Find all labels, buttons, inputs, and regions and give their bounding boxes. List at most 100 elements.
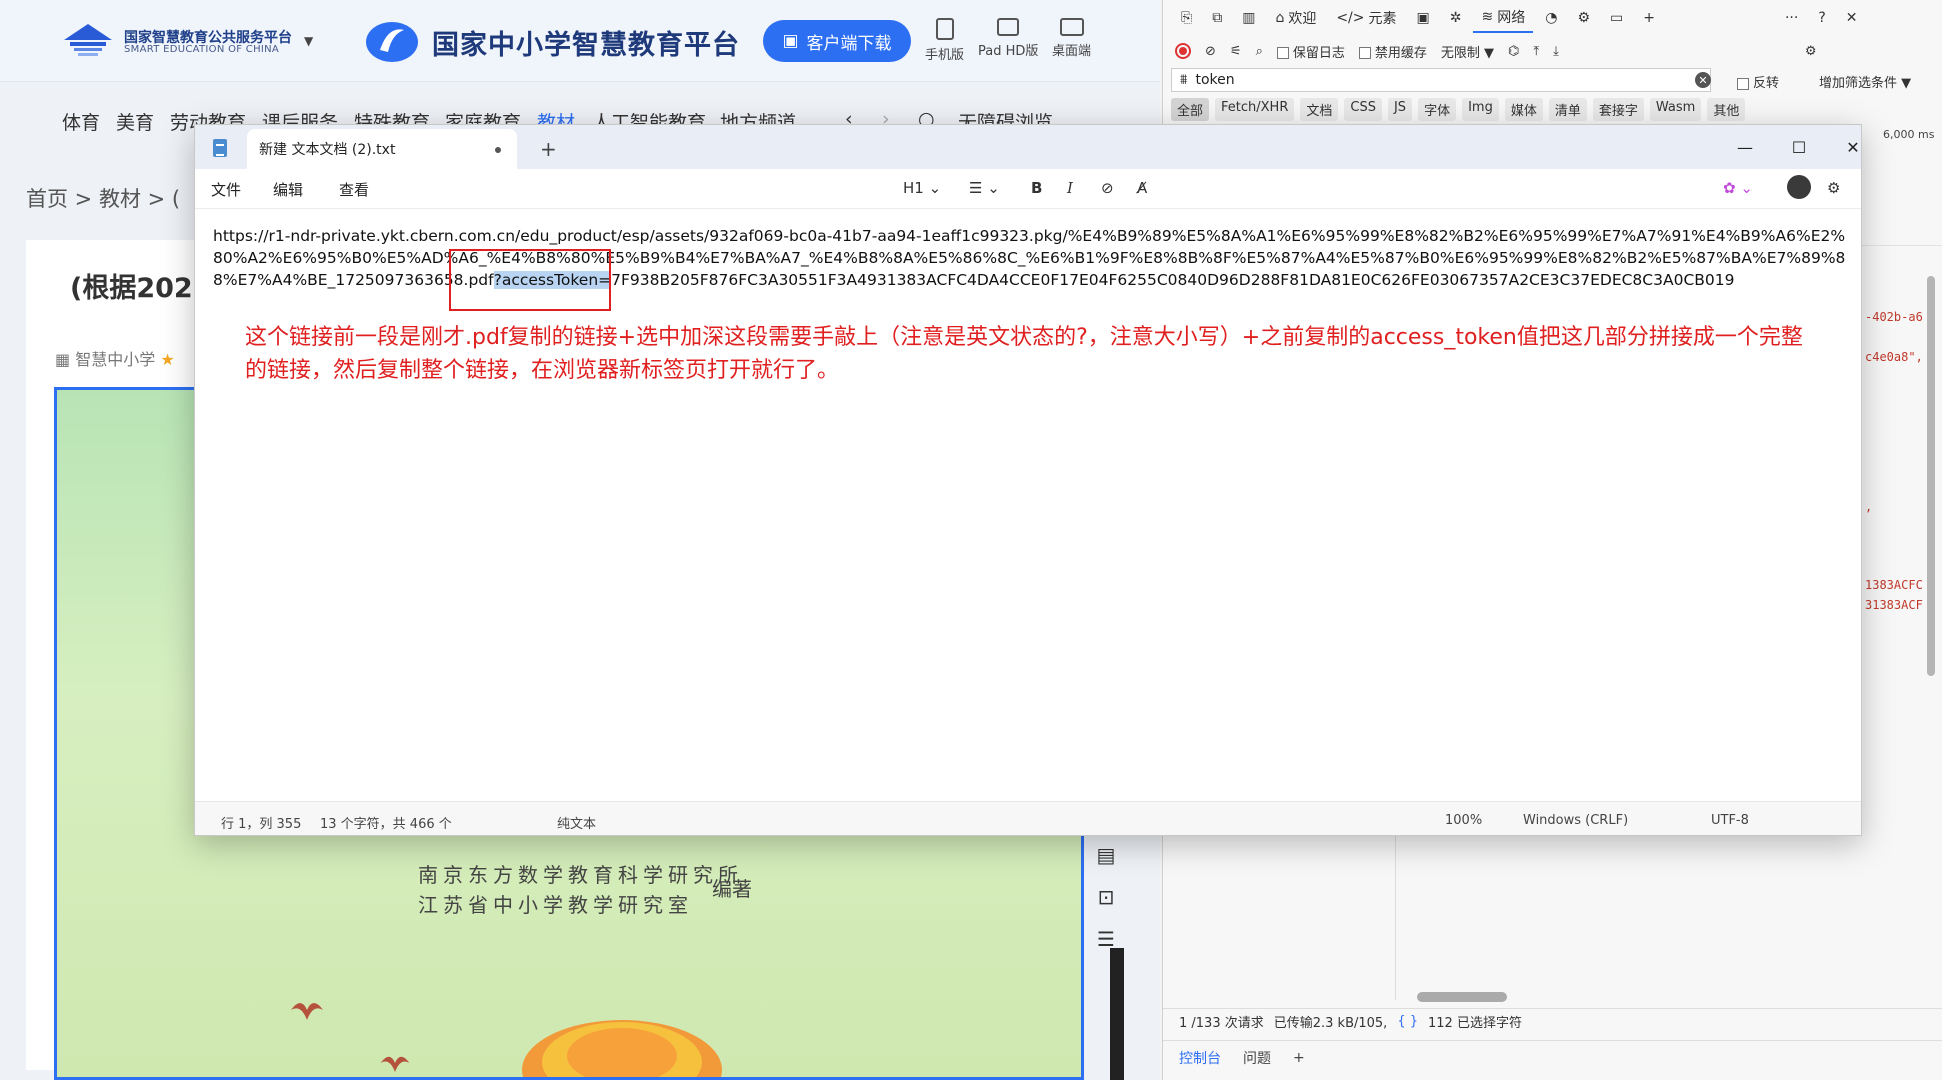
type-filter-all[interactable]: 全部 [1171, 98, 1210, 121]
upload-icon[interactable]: ⤒ [1533, 44, 1539, 59]
preserve-log-checkbox[interactable]: 保留日志 [1276, 42, 1345, 61]
list-dropdown-icon[interactable]: ☰ ⌄ [969, 179, 1000, 197]
client-download-button[interactable]: ▣ 客户端下载 [763, 20, 911, 62]
response-snippet[interactable]: 1383ACFC [1865, 578, 1923, 592]
publisher-line2: 江苏省中小学教学研究室 [418, 893, 693, 917]
menu-edit[interactable]: 编辑 [273, 179, 303, 200]
encoding[interactable]: UTF-8 [1711, 813, 1749, 828]
add-tab-icon[interactable]: + [1293, 1050, 1305, 1066]
response-snippet[interactable]: , [1865, 500, 1872, 514]
download-icon[interactable]: ⤓ [1553, 44, 1559, 59]
add-tab-icon[interactable]: + [540, 137, 557, 161]
client-download-label: 客户端下载 [806, 33, 892, 54]
copilot-icon[interactable]: ✿ ⌄ [1723, 179, 1753, 197]
minimize-icon[interactable]: — [1727, 133, 1763, 161]
gear-icon[interactable]: ⚙ [1827, 179, 1840, 197]
horizontal-scrollbar[interactable] [1403, 992, 1903, 1002]
response-snippet[interactable]: c4e0a8", [1865, 350, 1923, 364]
more-filters-dropdown[interactable]: 增加筛选条件 ▼ [1819, 72, 1911, 91]
document-icon[interactable]: ▤ [1086, 835, 1126, 875]
response-snippet[interactable]: -402b-a6 [1865, 310, 1923, 324]
device-pad[interactable]: Pad HD版 [978, 18, 1038, 59]
network-conditions-icon[interactable]: ⌬ [1508, 44, 1519, 59]
device-mobile[interactable]: 手机版 [925, 18, 964, 63]
type-filter-socket[interactable]: 套接字 [1592, 98, 1644, 121]
breadcrumb[interactable]: 首页 > 教材 > ( [26, 183, 180, 213]
menu-view[interactable]: 查看 [339, 179, 369, 200]
scrollbar[interactable] [1110, 948, 1124, 1080]
bold-icon[interactable]: B [1031, 179, 1042, 197]
search-icon[interactable]: ⌕ [1256, 44, 1263, 59]
add-tab-icon[interactable]: + [1635, 6, 1663, 30]
download-icon: ▣ [782, 31, 799, 51]
inspect-icon[interactable]: ⧉ [1204, 6, 1230, 30]
menu-file[interactable]: 文件 [211, 179, 241, 200]
brand-name[interactable]: 国家中小学智慧教育平台 [432, 23, 740, 62]
throttle-value: 无限制 [1440, 45, 1480, 61]
drawer-tabs: 控制台 问题 + [1163, 1040, 1942, 1074]
filter-input[interactable]: ⩩ token [1171, 68, 1711, 92]
request-count: 1 /133 次请求 [1179, 1016, 1264, 1031]
vertical-scrollbar[interactable] [1927, 270, 1937, 676]
close-icon[interactable]: ✕ [1835, 133, 1861, 161]
device-desktop[interactable]: 桌面端 [1052, 18, 1091, 59]
device-mobile-label: 手机版 [925, 48, 965, 63]
console-badge-icon[interactable]: ▣ [1409, 6, 1438, 30]
bug-icon[interactable]: ✲ [1442, 6, 1470, 30]
clear-icon[interactable]: ⊘ [1205, 44, 1216, 59]
disable-cache-checkbox[interactable]: 禁用缓存 [1358, 42, 1427, 61]
maximize-icon[interactable]: ☐ [1781, 133, 1817, 161]
nav-item-arts[interactable]: 美育 [116, 108, 154, 135]
nav-item-sports[interactable]: 体育 [62, 108, 100, 135]
avatar[interactable] [1787, 175, 1811, 199]
more-icon[interactable]: ··· [1777, 6, 1806, 30]
braces-icon[interactable]: { } [1397, 1014, 1418, 1029]
type-filter-font[interactable]: 字体 [1418, 98, 1457, 121]
close-icon[interactable]: ✕ [1838, 6, 1866, 30]
response-snippet[interactable]: 31383ACF [1865, 598, 1923, 612]
type-filter-media[interactable]: 媒体 [1504, 98, 1543, 121]
device-pad-label: Pad HD版 [978, 44, 1039, 59]
unsaved-indicator-icon[interactable] [495, 147, 501, 153]
feedback-icon[interactable]: ⊡ [1086, 877, 1126, 917]
type-filter-css[interactable]: CSS [1344, 98, 1382, 121]
link-icon[interactable]: ⊘ [1101, 179, 1114, 197]
chevron-down-icon[interactable]: ▼ [304, 34, 313, 48]
type-filter-doc[interactable]: 文档 [1300, 98, 1339, 121]
device-emulation-icon[interactable]: ⎘ [1173, 6, 1200, 30]
tab-console[interactable]: 控制台 [1179, 1048, 1221, 1068]
line-ending[interactable]: Windows (CRLF) [1523, 813, 1628, 828]
clear-formatting-icon[interactable]: A̸ [1137, 179, 1147, 197]
heading-dropdown[interactable]: H1 ⌄ [903, 179, 941, 197]
star-icon[interactable]: ★ [160, 350, 174, 369]
performance-icon[interactable]: ◔ [1537, 6, 1565, 30]
record-icon[interactable] [1175, 43, 1191, 59]
brand-cloud-logo-icon [366, 22, 418, 62]
filter-funnel-icon: ⩩ [1180, 72, 1188, 88]
tab-welcome[interactable]: ⌂ 欢迎 [1267, 4, 1324, 32]
type-filter-img[interactable]: Img [1462, 98, 1499, 121]
type-filter-fetch[interactable]: Fetch/XHR [1215, 98, 1295, 121]
tab-elements[interactable]: </> 元素 [1328, 4, 1404, 32]
compiler-label: 编著 [712, 877, 752, 901]
sidebar-toggle-icon[interactable]: ▥ [1234, 6, 1263, 30]
gear-icon[interactable]: ⚙ [1805, 44, 1817, 59]
notepad-tab[interactable]: 新建 文本文档 (2).txt [247, 129, 517, 169]
type-filter-wasm[interactable]: Wasm [1649, 98, 1702, 121]
gear-icon[interactable]: ⚙ [1569, 6, 1598, 30]
tab-network[interactable]: ≋ 网络 [1473, 3, 1534, 33]
tab-issues[interactable]: 问题 [1243, 1048, 1271, 1068]
type-filter-manifest[interactable]: 清单 [1548, 98, 1587, 121]
italic-icon[interactable]: I [1067, 179, 1073, 197]
filter-icon[interactable]: ⚟ [1230, 44, 1242, 59]
zoom-level[interactable]: 100% [1445, 813, 1482, 828]
notepad-status-bar: 行 1，列 355 13 个字符，共 466 个 纯文本 100% Window… [195, 801, 1861, 835]
throttle-select[interactable]: 无限制 ▼ [1441, 42, 1494, 61]
application-icon[interactable]: ▭ [1602, 6, 1631, 30]
code-icon: </> [1336, 10, 1365, 26]
type-filter-js[interactable]: JS [1387, 98, 1413, 121]
help-icon[interactable]: ? [1810, 6, 1833, 30]
clear-filter-icon[interactable]: ✕ [1695, 72, 1711, 88]
type-filter-other[interactable]: 其他 [1707, 98, 1746, 121]
invert-checkbox[interactable]: 反转 [1737, 72, 1779, 91]
